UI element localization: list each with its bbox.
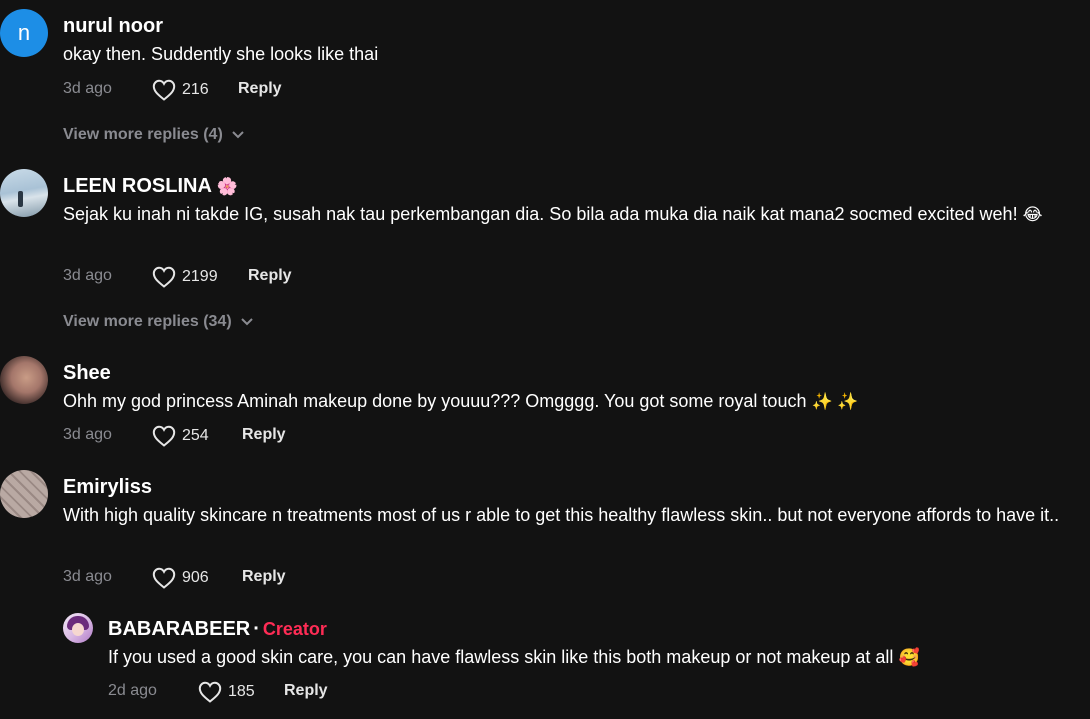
comment-time: 3d ago (63, 267, 112, 284)
view-more-label: View more replies (4) (63, 126, 223, 143)
comment-text-body: Ohh my god princess Aminah makeup done b… (63, 391, 807, 411)
like-button[interactable]: 216 (152, 79, 209, 101)
avatar[interactable] (0, 356, 48, 404)
like-count: 254 (182, 427, 209, 444)
comment-username[interactable]: nurul noor (63, 15, 163, 38)
heart-outline-icon (152, 79, 176, 101)
reply-button[interactable]: Reply (238, 80, 282, 98)
like-count: 2199 (182, 268, 218, 285)
heart-outline-icon (152, 567, 176, 589)
reply-text: If you used a good skin care, you can ha… (108, 644, 920, 671)
avatar-figure (18, 191, 23, 207)
heart-outline-icon (152, 425, 176, 447)
creator-badge: Creator (262, 619, 327, 639)
avatar-face (72, 623, 84, 636)
comment-text: Sejak ku inah ni takde IG, susah nak tau… (63, 201, 1073, 228)
comment-username[interactable]: LEEN ROSLINA 🌸 (63, 175, 238, 198)
reply-text-body: If you used a good skin care, you can ha… (108, 647, 894, 667)
reply-time: 2d ago (108, 682, 157, 699)
username-label: LEEN ROSLINA (63, 175, 212, 197)
reply-button[interactable]: Reply (248, 267, 292, 285)
reply-button[interactable]: Reply (242, 568, 286, 586)
heart-outline-icon (152, 266, 176, 288)
reply-button[interactable]: Reply (242, 426, 286, 444)
chevron-down-icon (240, 318, 253, 326)
like-count: 185 (228, 683, 255, 700)
comment-username[interactable]: Shee (63, 362, 111, 385)
like-button[interactable]: 254 (152, 425, 209, 447)
comment-text: Ohh my god princess Aminah makeup done b… (63, 388, 859, 415)
view-more-label: View more replies (34) (63, 313, 232, 330)
heart-outline-icon (198, 681, 222, 703)
comment-username[interactable]: Emiryliss (63, 476, 152, 499)
avatar[interactable] (63, 613, 93, 643)
separator-dot: · (253, 618, 260, 640)
chevron-down-icon (232, 131, 244, 139)
view-more-replies-button[interactable]: View more replies (4) (63, 126, 245, 144)
laughing-emoji: 😂 (1022, 205, 1043, 224)
comment-text: okay then. Suddently she looks like thai (63, 44, 379, 64)
reply-username[interactable]: BABARABEER (108, 618, 250, 640)
smiling-hearts-emoji: 🥰 (898, 648, 920, 667)
avatar[interactable] (0, 470, 48, 518)
reply-button[interactable]: Reply (284, 682, 328, 700)
avatar[interactable] (0, 169, 48, 217)
comment-time: 3d ago (63, 568, 112, 585)
avatar[interactable]: n (0, 9, 48, 57)
like-button[interactable]: 2199 (152, 266, 218, 288)
sparkles-emoji: ✨ ✨ (811, 392, 859, 411)
avatar-letter: n (17, 20, 31, 45)
like-count: 216 (182, 81, 209, 98)
comment-text: With high quality skincare n treatments … (63, 505, 1060, 525)
comment-time: 3d ago (63, 80, 112, 97)
blossom-emoji: 🌸 (216, 177, 238, 196)
reply-username-row: BABARABEER · Creator (108, 618, 327, 641)
like-button[interactable]: 906 (152, 567, 209, 589)
comment-text-body: Sejak ku inah ni takde IG, susah nak tau… (63, 204, 1018, 224)
like-button[interactable]: 185 (198, 681, 255, 703)
view-more-replies-button[interactable]: View more replies (34) (63, 313, 254, 331)
like-count: 906 (182, 569, 209, 586)
comment-time: 3d ago (63, 426, 112, 443)
